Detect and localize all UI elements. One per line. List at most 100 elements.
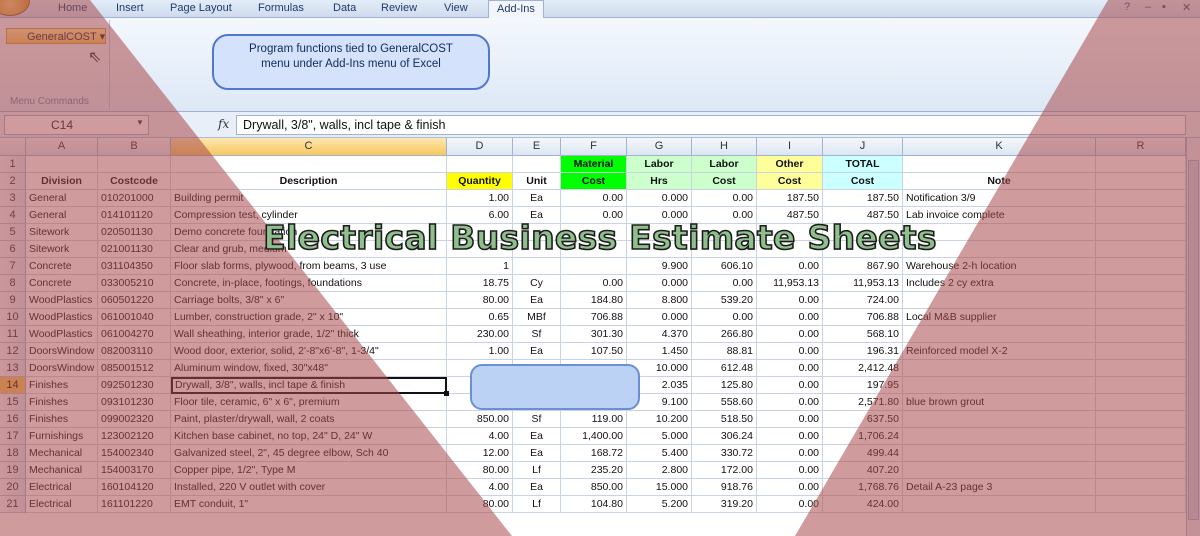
column-header-r[interactable]: R xyxy=(1096,138,1186,156)
grid-cell[interactable]: 18.75 xyxy=(447,275,513,292)
grid-cell[interactable]: 082003110 xyxy=(98,343,171,360)
row-header-20[interactable]: 20 xyxy=(0,479,26,496)
grid-cell[interactable]: 518.50 xyxy=(692,411,757,428)
grid-cell[interactable] xyxy=(903,428,1096,445)
header-cell[interactable]: Cost xyxy=(757,173,823,190)
grid-cell[interactable]: 706.88 xyxy=(823,309,903,326)
grid-cell[interactable]: 0.00 xyxy=(561,190,627,207)
grid-cell[interactable]: Galvanized steel, 2", 45 degree elbow, S… xyxy=(171,445,447,462)
grid-cell[interactable]: WoodPlastics xyxy=(26,309,98,326)
header-cell[interactable] xyxy=(903,156,1096,173)
grid-cell[interactable] xyxy=(1096,496,1186,513)
grid-cell[interactable]: Detail A-23 page 3 xyxy=(903,479,1096,496)
grid-cell[interactable]: 0.00 xyxy=(757,411,823,428)
column-header-b[interactable]: B xyxy=(98,138,171,156)
generalcost-menu-button[interactable]: GeneralCOST ▾ xyxy=(6,28,106,44)
grid-cell[interactable]: Wall sheathing, interior grade, 1/2" thi… xyxy=(171,326,447,343)
grid-cell[interactable]: 093101230 xyxy=(98,394,171,411)
header-cell[interactable] xyxy=(171,156,447,173)
grid-cell[interactable]: Ea xyxy=(513,190,561,207)
grid-cell[interactable] xyxy=(561,258,627,275)
grid-cell[interactable] xyxy=(1096,377,1186,394)
grid-cell[interactable]: 123002120 xyxy=(98,428,171,445)
grid-cell[interactable] xyxy=(1096,275,1186,292)
grid-cell[interactable]: General xyxy=(26,190,98,207)
header-cell[interactable] xyxy=(1096,173,1186,190)
grid-cell[interactable] xyxy=(1096,292,1186,309)
grid-cell[interactable]: 306.24 xyxy=(692,428,757,445)
grid-cell[interactable]: 80.00 xyxy=(447,496,513,513)
grid-cell[interactable]: Ea xyxy=(513,479,561,496)
grid-cell[interactable]: Mechanical xyxy=(26,462,98,479)
grid-cell[interactable]: 606.10 xyxy=(692,258,757,275)
grid-cell[interactable]: 187.50 xyxy=(757,190,823,207)
grid-cell[interactable]: 407.20 xyxy=(823,462,903,479)
grid-cell[interactable]: 172.00 xyxy=(692,462,757,479)
grid-cell[interactable]: 80.00 xyxy=(447,292,513,309)
grid-cell[interactable]: 1,768.76 xyxy=(823,479,903,496)
grid-cell[interactable]: 031104350 xyxy=(98,258,171,275)
grid-cell[interactable]: Electrical xyxy=(26,479,98,496)
grid-cell[interactable]: 0.00 xyxy=(757,292,823,309)
grid-cell[interactable]: 612.48 xyxy=(692,360,757,377)
row-header-14[interactable]: 14 xyxy=(0,377,26,394)
grid-cell[interactable]: Lf xyxy=(513,496,561,513)
grid-cell[interactable]: 5.400 xyxy=(627,445,692,462)
grid-cell[interactable] xyxy=(903,360,1096,377)
grid-cell[interactable]: 4.00 xyxy=(447,479,513,496)
select-all-corner[interactable] xyxy=(0,138,26,156)
grid-cell[interactable]: 12.00 xyxy=(447,445,513,462)
grid-cell[interactable]: 0.000 xyxy=(627,309,692,326)
grid-cell[interactable]: 15.000 xyxy=(627,479,692,496)
tab-review[interactable]: Review xyxy=(381,2,417,18)
header-cell[interactable] xyxy=(26,156,98,173)
grid-cell[interactable]: Ea xyxy=(513,292,561,309)
chevron-down-icon[interactable]: ▼ xyxy=(136,118,144,127)
grid-cell[interactable]: 092501230 xyxy=(98,377,171,394)
grid-cell[interactable]: 0.00 xyxy=(757,394,823,411)
row-header-10[interactable]: 10 xyxy=(0,309,26,326)
grid-cell[interactable]: 085001512 xyxy=(98,360,171,377)
grid-cell[interactable] xyxy=(1096,326,1186,343)
grid-cell[interactable]: 230.00 xyxy=(447,326,513,343)
grid-cell[interactable]: 301.30 xyxy=(561,326,627,343)
grid-cell[interactable]: 9.900 xyxy=(627,258,692,275)
row-header-17[interactable]: 17 xyxy=(0,428,26,445)
grid-cell[interactable]: 010201000 xyxy=(98,190,171,207)
row-header-3[interactable]: 3 xyxy=(0,190,26,207)
grid-cell[interactable]: Copper pipe, 1/2", Type M xyxy=(171,462,447,479)
grid-cell[interactable] xyxy=(903,292,1096,309)
grid-cell[interactable]: 1.00 xyxy=(447,190,513,207)
column-header-i[interactable]: I xyxy=(757,138,823,156)
grid-cell[interactable]: WoodPlastics xyxy=(26,292,98,309)
grid-cell[interactable]: 1,400.00 xyxy=(561,428,627,445)
grid-cell[interactable] xyxy=(1096,190,1186,207)
tab-page-layout[interactable]: Page Layout xyxy=(170,2,232,18)
row-header-13[interactable]: 13 xyxy=(0,360,26,377)
grid-cell[interactable]: 850.00 xyxy=(561,479,627,496)
grid-cell[interactable]: 8.800 xyxy=(627,292,692,309)
grid-cell[interactable] xyxy=(1096,309,1186,326)
grid-cell[interactable]: Reinforced model X-2 xyxy=(903,343,1096,360)
column-header-e[interactable]: E xyxy=(513,138,561,156)
grid-cell[interactable]: 1.450 xyxy=(627,343,692,360)
scroll-thumb[interactable] xyxy=(1188,160,1199,520)
header-cell[interactable]: Labor xyxy=(627,156,692,173)
grid-cell[interactable] xyxy=(1096,394,1186,411)
row-header-12[interactable]: 12 xyxy=(0,343,26,360)
minimize-icon[interactable]: – xyxy=(1145,1,1151,13)
grid-cell[interactable]: Paint, plaster/drywall, wall, 2 coats xyxy=(171,411,447,428)
grid-cell[interactable]: 0.00 xyxy=(757,462,823,479)
header-cell[interactable] xyxy=(447,156,513,173)
grid-cell[interactable]: Local M&B supplier xyxy=(903,309,1096,326)
row-header-15[interactable]: 15 xyxy=(0,394,26,411)
grid-cell[interactable]: 0.65 xyxy=(447,309,513,326)
grid-cell[interactable]: 184.80 xyxy=(561,292,627,309)
grid-cell[interactable]: 0.00 xyxy=(757,326,823,343)
tab-view[interactable]: View xyxy=(444,2,468,18)
tab-add-ins[interactable]: Add-Ins xyxy=(488,0,544,19)
grid-cell[interactable]: 1.00 xyxy=(447,343,513,360)
grid-cell[interactable]: 196.31 xyxy=(823,343,903,360)
column-header-c[interactable]: C xyxy=(171,138,447,156)
grid-cell[interactable]: 706.88 xyxy=(561,309,627,326)
